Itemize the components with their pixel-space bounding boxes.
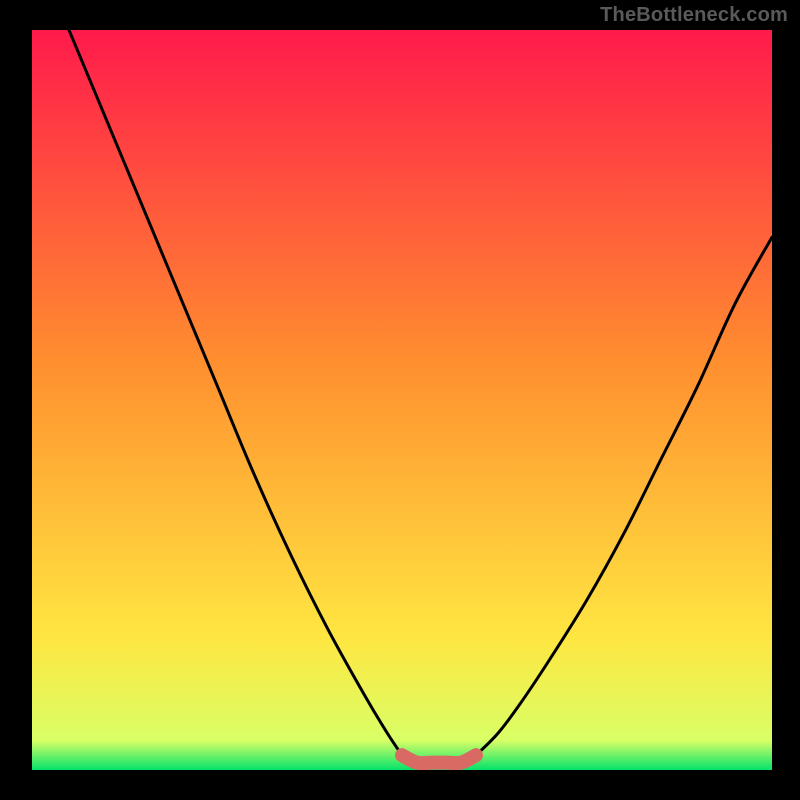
plot-area bbox=[32, 30, 772, 770]
chart-frame: TheBottleneck.com bbox=[0, 0, 800, 800]
gradient-background bbox=[32, 30, 772, 770]
plot-svg bbox=[32, 30, 772, 770]
valley-band bbox=[402, 755, 476, 763]
watermark-label: TheBottleneck.com bbox=[600, 4, 788, 27]
